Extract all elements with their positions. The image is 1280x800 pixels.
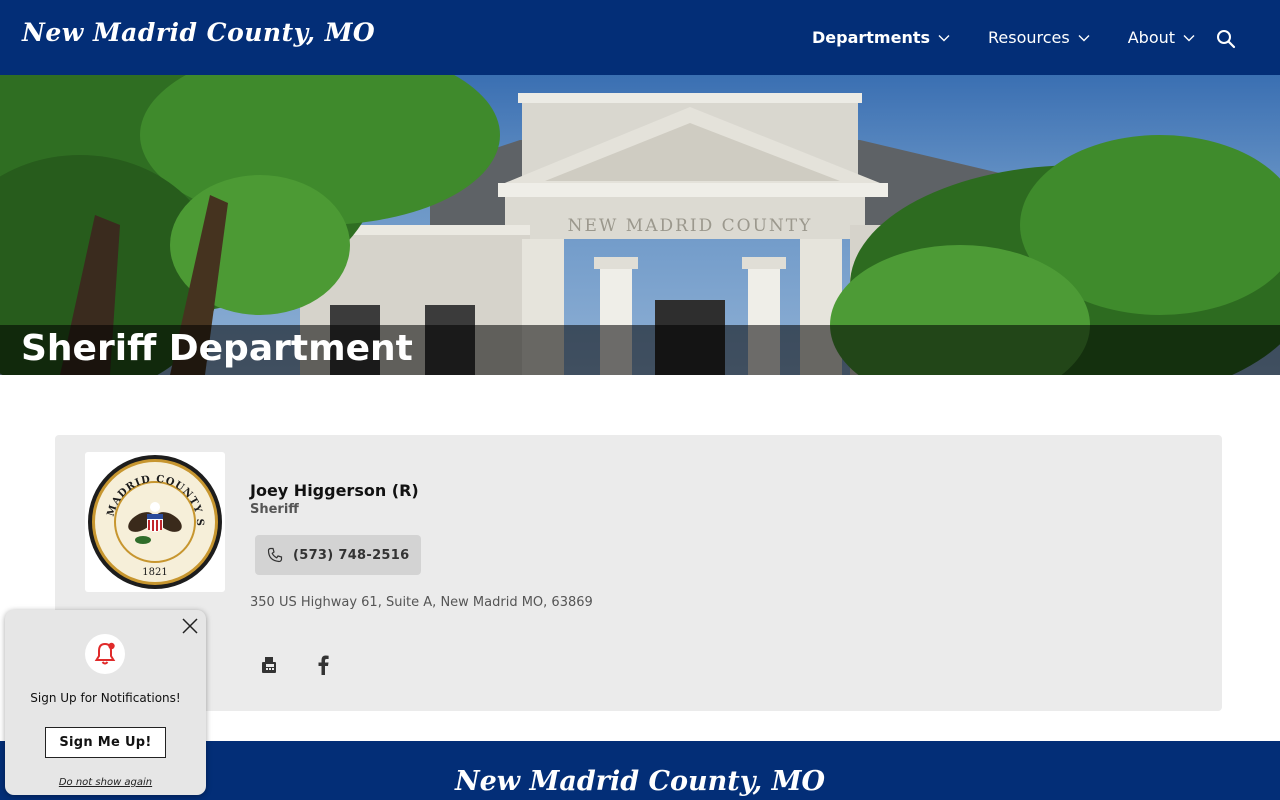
fax-link[interactable]	[261, 656, 277, 678]
chevron-down-icon	[938, 34, 950, 41]
close-button[interactable]	[181, 617, 199, 639]
official-title: Sheriff	[250, 502, 299, 517]
nav-item-label: Departments	[812, 28, 931, 47]
nav-item-departments[interactable]: Departments	[812, 28, 950, 47]
do-not-show-again-link[interactable]: Do not show again	[5, 777, 206, 788]
phone-icon	[267, 547, 283, 563]
contact-card: NEW MADRID COUNTY SEAL 1821 Joey Higgers…	[55, 435, 1222, 711]
search-button[interactable]	[1216, 29, 1236, 53]
phone-number: (573) 748-2516	[293, 547, 410, 563]
search-icon	[1217, 30, 1236, 49]
sign-up-button[interactable]: Sign Me Up!	[45, 727, 166, 758]
svg-text:1821: 1821	[142, 567, 167, 578]
fax-icon	[262, 657, 276, 673]
notification-bell	[85, 634, 125, 674]
address-text: 350 US Highway 61, Suite A, New Madrid M…	[250, 595, 593, 610]
facebook-link[interactable]	[317, 655, 329, 679]
hero-banner: NEW MADRID COUNTY Sheriff Department	[0, 75, 1280, 375]
county-seal: NEW MADRID COUNTY SEAL 1821	[78, 444, 225, 592]
nav-item-label: Resources	[988, 28, 1070, 47]
chevron-down-icon	[1183, 34, 1195, 41]
site-logo[interactable]: New Madrid County, MO	[22, 18, 375, 47]
facebook-icon	[318, 655, 329, 675]
county-seal-image: NEW MADRID COUNTY SEAL 1821	[78, 444, 222, 589]
phone-button[interactable]: (573) 748-2516	[255, 535, 421, 575]
nav-item-label: About	[1127, 28, 1176, 47]
site-header: New Madrid County, MO Departments Resour…	[0, 0, 1280, 75]
main-nav: Departments Resources About	[812, 0, 1233, 75]
bell-alert-icon	[94, 642, 116, 665]
nav-item-resources[interactable]: Resources	[988, 28, 1090, 47]
popup-message: Sign Up for Notifications!	[30, 691, 181, 705]
chevron-down-icon	[1078, 34, 1090, 41]
building-inscription: NEW MADRID COUNTY	[568, 216, 813, 236]
page-title: Sheriff Department	[21, 328, 413, 369]
close-icon	[182, 618, 198, 634]
official-name: Joey Higgerson (R)	[250, 481, 419, 500]
notification-popup: Sign Up for Notifications! Sign Me Up! D…	[5, 610, 206, 795]
nav-item-about[interactable]: About	[1128, 28, 1195, 47]
